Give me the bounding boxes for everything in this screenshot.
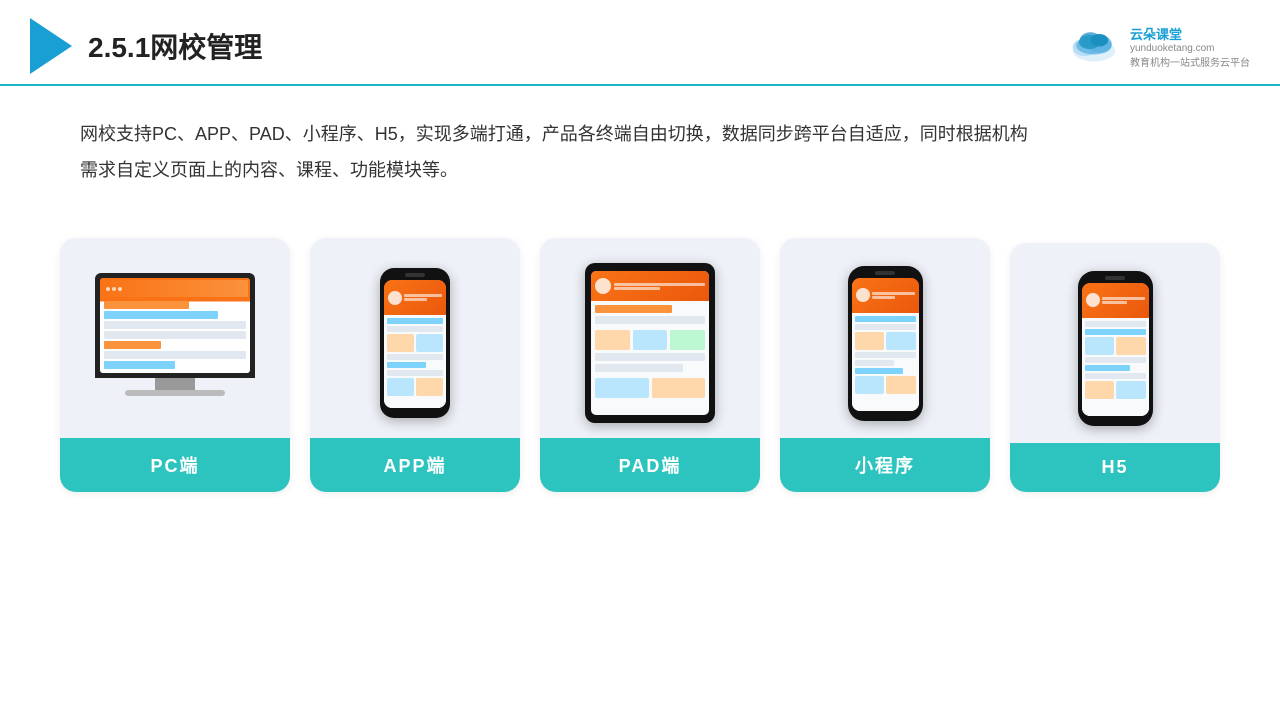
pad-tablet-mockup [585, 263, 715, 423]
cloud-logo-icon [1066, 26, 1122, 66]
card-pc: PC端 [60, 238, 290, 492]
logo-tagline: 教育机构一站式服务云平台 [1130, 54, 1250, 69]
h5-image-area [1010, 243, 1220, 443]
cards-section: PC端 [0, 208, 1280, 532]
card-miniprogram: 小程序 [780, 238, 990, 492]
logo-text: 云朵课堂 yunduoketang.com 教育机构一站式服务云平台 [1130, 24, 1250, 69]
miniprogram-phone-mockup [848, 266, 923, 421]
card-app: APP端 [310, 238, 520, 492]
description-text: 网校支持PC、APP、PAD、小程序、H5，实现多端打通，产品各终端自由切换，数… [0, 86, 1280, 198]
card-app-label: APP端 [310, 438, 520, 492]
description-line-2: 需求自定义页面上的内容、课程、功能模块等。 [80, 152, 1200, 188]
app-phone-mockup [380, 268, 450, 418]
logo-domain: yunduoketang.com [1130, 43, 1250, 54]
app-image-area [310, 238, 520, 438]
logo-name: 云朵课堂 [1130, 24, 1250, 43]
miniprogram-image-area [780, 238, 990, 438]
card-h5-label: H5 [1010, 443, 1220, 492]
pc-mockup [95, 273, 255, 413]
header-left: 2.5.1网校管理 [30, 18, 262, 74]
h5-phone-mockup [1078, 271, 1153, 426]
card-miniprogram-label: 小程序 [780, 438, 990, 492]
card-h5: H5 [1010, 243, 1220, 492]
header: 2.5.1网校管理 云朵课堂 yunduoketang.com 教育机构一站式服… [0, 0, 1280, 86]
card-pad-label: PAD端 [540, 438, 760, 492]
logo-area: 云朵课堂 yunduoketang.com 教育机构一站式服务云平台 [1066, 24, 1250, 69]
page-title: 2.5.1网校管理 [88, 26, 262, 66]
card-pc-label: PC端 [60, 438, 290, 492]
description-line-1: 网校支持PC、APP、PAD、小程序、H5，实现多端打通，产品各终端自由切换，数… [80, 116, 1200, 152]
pc-image-area [60, 238, 290, 438]
pad-image-area [540, 238, 760, 438]
play-icon [30, 18, 72, 74]
card-pad: PAD端 [540, 238, 760, 492]
